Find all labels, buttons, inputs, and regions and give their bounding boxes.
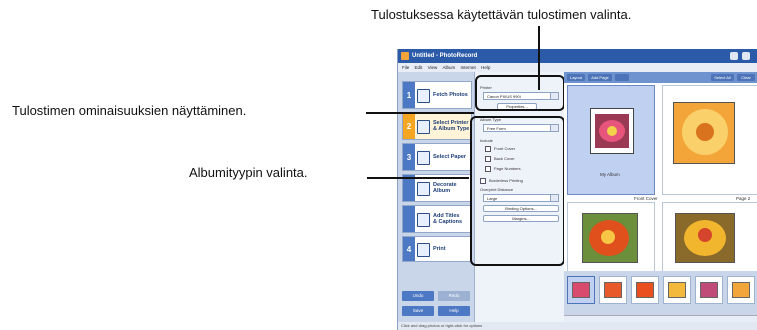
flower-center — [607, 126, 617, 136]
step-select-paper[interactable]: 3 Select Paper — [402, 143, 472, 171]
cover-photo — [595, 114, 629, 148]
thumbnail[interactable] — [727, 276, 755, 304]
menu-internet[interactable]: Internet — [461, 65, 476, 70]
yellow-flower-photo — [675, 213, 735, 263]
album-icon — [417, 120, 430, 134]
callout-printer-selection: Tulostuksessa käytettävän tulostimen val… — [371, 7, 632, 22]
menu-help[interactable]: Help — [481, 65, 490, 70]
thumb-image — [700, 282, 718, 298]
thumbnail-strip — [564, 271, 757, 315]
flower-center — [696, 123, 714, 141]
printer-icon — [417, 243, 430, 257]
close-icon[interactable] — [742, 52, 750, 60]
select-all-button[interactable]: Select All — [711, 74, 734, 81]
album-preview-area: Layout Add Page Select All Clear My Albu… — [564, 72, 757, 284]
thumb-image — [572, 282, 590, 298]
step-select-printer[interactable]: 2 Select Printer & Album Type — [402, 112, 472, 140]
menu-bar: File Edit View Album Internet Help — [398, 63, 757, 72]
thumbnail[interactable] — [599, 276, 627, 304]
album-type-highlight-box — [470, 116, 565, 266]
orange-flower-photo — [673, 102, 735, 164]
step-label: Add Titles & Captions — [433, 213, 463, 225]
redo-button[interactable]: Redo — [438, 291, 470, 301]
help-button[interactable]: Help — [438, 306, 470, 316]
page2-label: Page 2 — [736, 196, 751, 201]
cover-photo-frame — [590, 108, 634, 154]
step-number: 2 — [403, 113, 415, 139]
save-help-row: Save Help — [402, 306, 472, 318]
step-fetch-photos[interactable]: 1 Fetch Photos — [402, 81, 472, 109]
menu-view[interactable]: View — [428, 65, 438, 70]
step-number: 3 — [403, 144, 415, 170]
thumbnail[interactable] — [663, 276, 691, 304]
status-bar: Click and drag photos or right-click for… — [398, 322, 757, 330]
step-label: Print — [433, 246, 446, 252]
step-sidebar: 1 Fetch Photos 2 Select Printer & Album … — [398, 72, 474, 322]
step-number: 1 — [403, 82, 415, 108]
horizontal-scrollbar[interactable] — [564, 315, 757, 322]
minimize-icon[interactable] — [730, 52, 738, 60]
page-right-bottom[interactable] — [662, 202, 757, 272]
step-label: Select Paper — [433, 154, 467, 160]
page-left-bottom[interactable] — [567, 202, 655, 272]
step-label: Fetch Photos — [433, 92, 468, 98]
save-button[interactable]: Save — [402, 306, 434, 316]
thumb-image — [636, 282, 654, 298]
thumbnail[interactable] — [567, 276, 595, 304]
step-print[interactable]: 4 Print — [402, 236, 472, 262]
clear-button[interactable]: Clear — [737, 74, 755, 81]
undo-button[interactable]: Undo — [402, 291, 434, 301]
thumbnail[interactable] — [631, 276, 659, 304]
title-bar: Untitled - PhotoRecord — [398, 49, 757, 63]
step-number: 4 — [403, 237, 415, 261]
step-label: Decorate Album — [433, 182, 457, 194]
camera-icon — [417, 89, 430, 103]
menu-file[interactable]: File — [402, 65, 409, 70]
app-icon — [401, 52, 409, 60]
printer-highlight-box — [475, 75, 565, 111]
step-add-titles[interactable]: Add Titles & Captions — [402, 205, 472, 233]
flower-center — [698, 228, 712, 242]
thumb-image — [732, 282, 750, 298]
step-label: Select Printer & Album Type — [433, 120, 470, 132]
decorate-icon — [417, 182, 430, 196]
layout-button[interactable]: Layout — [567, 74, 585, 81]
album-cover-page[interactable]: My Album — [567, 85, 655, 195]
paper-icon — [417, 151, 430, 165]
add-page-button[interactable]: Add Page — [588, 74, 612, 81]
text-icon — [417, 213, 430, 227]
red-flower-photo — [582, 213, 638, 263]
menu-album[interactable]: Album — [443, 65, 456, 70]
flower-center — [601, 230, 615, 244]
callout-album-type: Albumityypin valinta. — [189, 165, 308, 180]
front-cover-label: Front Cover — [634, 196, 658, 201]
undo-redo-row: Undo Redo — [402, 291, 472, 303]
leader-line-printer — [538, 26, 540, 90]
window-title: Untitled - PhotoRecord — [412, 53, 478, 59]
photorecord-window: Untitled - PhotoRecord File Edit View Al… — [397, 49, 757, 330]
thumbnail[interactable] — [695, 276, 723, 304]
step-number — [403, 206, 415, 232]
album-title: My Album — [600, 172, 620, 177]
thumb-image — [668, 282, 686, 298]
menu-edit[interactable]: Edit — [415, 65, 423, 70]
thumb-image — [604, 282, 622, 298]
leader-line-album-type — [367, 177, 469, 179]
page-right-top[interactable] — [662, 85, 757, 195]
leader-line-properties — [366, 112, 474, 114]
view-options-button[interactable] — [615, 74, 629, 81]
content-toolbar: Layout Add Page Select All Clear — [564, 72, 757, 83]
callout-printer-properties: Tulostimen ominaisuuksien näyttäminen. — [12, 103, 247, 118]
